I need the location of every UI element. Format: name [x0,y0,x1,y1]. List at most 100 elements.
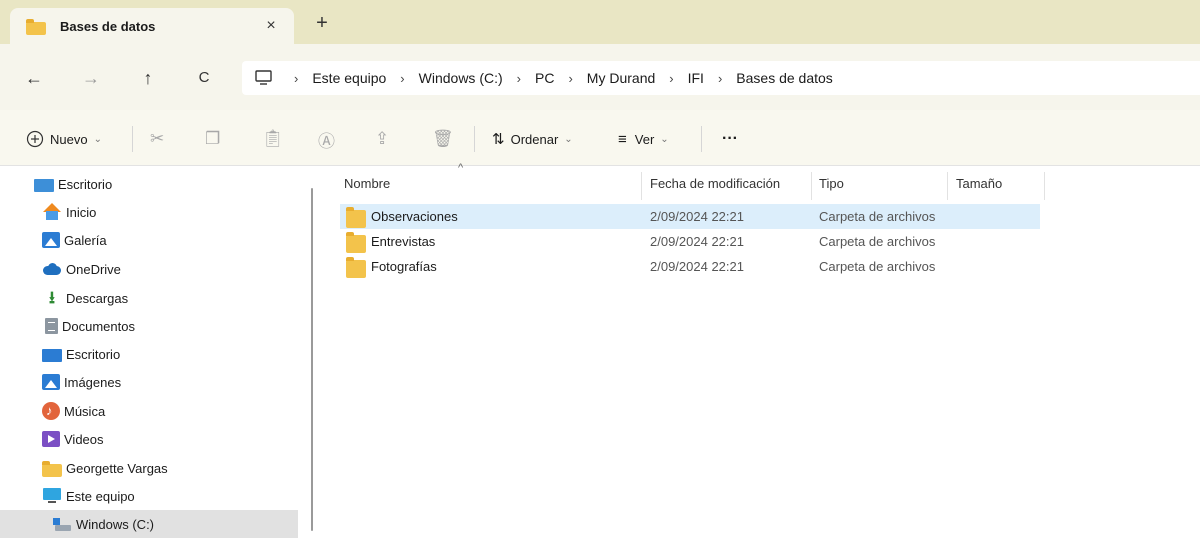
divider [701,126,702,152]
breadcrumb-separator: › [717,70,723,86]
sidebar-item-label: Documentos [62,318,135,334]
file-type: Carpeta de archivos [819,234,936,249]
sidebar-item-label: Windows (C:) [76,516,155,532]
file-row-fotografias[interactable]: Fotografías 2/09/2024 22:21 Carpeta de a… [340,254,1040,279]
forward-button[interactable]: → [77,66,105,90]
pictures-icon [42,374,60,390]
paste-icon[interactable]: 📋︎ [262,128,284,150]
sidebar-item-onedrive[interactable]: OneDrive [0,255,340,283]
desktop-icon [42,349,62,362]
folder-icon [42,460,62,477]
back-button[interactable]: ← [20,66,48,90]
navigation-pane: Escritorio Inicio Galería OneDrive ⭳ Des… [0,166,300,538]
address-bar[interactable]: › Este equipo › Windows (C:) › PC › My D… [242,61,1200,95]
plus-circle-icon [26,130,44,148]
monitor-icon [254,70,274,86]
sidebar-item-windows-c[interactable]: Windows (C:) [0,510,298,538]
file-name-cell: Observaciones [346,204,458,229]
column-header-date[interactable]: Fecha de modificación [644,166,810,200]
breadcrumb-my-durand[interactable]: My Durand [587,70,655,86]
sidebar-item-escritorio-2[interactable]: Escritorio [0,340,340,368]
breadcrumb-separator: › [516,70,521,86]
sidebar-item-georgette-vargas[interactable]: Georgette Vargas [0,454,340,482]
home-icon [42,203,62,221]
more-options-button[interactable]: ··· [722,128,738,150]
tab-strip: Bases de datos × + [0,0,1200,44]
gallery-icon [42,232,60,248]
delete-icon[interactable]: 🗑︎ [432,128,454,150]
sidebar-item-label: OneDrive [66,261,121,277]
folder-icon [26,18,46,35]
tab-close-button[interactable]: × [260,17,282,35]
tab-bases-de-datos[interactable]: Bases de datos × [10,8,294,44]
breadcrumb-windows-c[interactable]: Windows (C:) [419,70,503,86]
column-header-type[interactable]: Tipo [813,166,947,200]
document-icon [45,318,58,334]
video-icon [42,431,60,447]
sidebar-item-este-equipo[interactable]: Este equipo [0,482,340,510]
column-divider[interactable] [641,172,642,200]
divider [132,126,133,152]
sidebar-item-label: Descargas [66,290,129,306]
sidebar-item-descargas[interactable]: ⭳ Descargas [0,284,340,312]
sidebar-item-label: Galería [64,232,107,248]
pane-splitter[interactable] [311,188,313,531]
folder-icon [346,231,366,253]
sort-button[interactable]: ⇅ Ordenar ⌄ [492,128,573,150]
view-list-icon: ≡ [618,130,627,148]
tab-title: Bases de datos [60,18,156,34]
chevron-down-icon: ⌄ [564,133,573,145]
up-button[interactable]: ↑ [134,66,162,90]
view-button-label: Ver [634,131,655,147]
sidebar-item-documentos[interactable]: Documentos [0,312,340,340]
refresh-button[interactable]: C [190,66,218,90]
file-row-entrevistas[interactable]: Entrevistas 2/09/2024 22:21 Carpeta de a… [340,229,1040,254]
column-header-name[interactable]: Nombre [338,166,638,200]
desktop-icon [34,179,54,192]
new-tab-button[interactable]: + [308,10,336,38]
chevron-down-icon: ⌄ [660,133,669,145]
computer-icon [42,487,62,505]
folder-icon [346,256,366,278]
sidebar-item-escritorio[interactable]: Escritorio [0,170,332,198]
sidebar-item-videos[interactable]: Videos [0,425,340,453]
breadcrumb-bases-de-datos[interactable]: Bases de datos [736,70,833,86]
column-divider[interactable] [1044,172,1045,200]
sidebar-item-imagenes[interactable]: Imágenes [0,368,340,396]
file-date: 2/09/2024 22:21 [650,209,744,224]
column-header-size[interactable]: Tamaño [950,166,1044,200]
new-button[interactable]: Nuevo ⌄ [26,128,102,150]
sidebar-item-label: Escritorio [66,346,121,362]
sidebar-item-label: Videos [64,431,104,447]
folder-icon [346,206,366,228]
sidebar-item-label: Inicio [66,204,97,220]
navigation-bar: ← → ↑ C › Este equipo › Windows (C:) › P… [0,44,1200,110]
command-bar: Nuevo ⌄ ✂ ❐ 📋︎ Ⓐ ⇪ 🗑︎ ⇅ Ordenar ⌄ ≡ Ver … [0,110,1200,166]
sidebar-item-musica[interactable]: Música [0,397,340,425]
view-button[interactable]: ≡ Ver ⌄ [618,128,669,150]
breadcrumb-separator: › [400,70,405,86]
cut-icon[interactable]: ✂ [150,128,164,150]
rename-icon[interactable]: Ⓐ [318,128,335,151]
breadcrumb-pc[interactable]: PC [535,70,554,86]
share-icon[interactable]: ⇪ [375,128,389,150]
column-divider[interactable] [947,172,948,200]
breadcrumb-separator: › [294,70,299,86]
breadcrumb-ifi[interactable]: IFI [688,70,704,86]
file-date: 2/09/2024 22:21 [650,259,744,274]
file-type: Carpeta de archivos [819,209,936,224]
drive-icon [52,515,72,533]
breadcrumb-separator: › [568,70,573,86]
file-row-observaciones[interactable]: Observaciones 2/09/2024 22:21 Carpeta de… [340,204,1040,229]
file-name: Fotografías [371,259,437,274]
chevron-down-icon: ⌄ [93,133,102,145]
breadcrumb-este-equipo[interactable]: Este equipo [312,70,386,86]
breadcrumb-separator: › [669,70,674,86]
column-divider[interactable] [811,172,812,200]
sidebar-item-label: Imágenes [64,374,122,390]
file-name-cell: Entrevistas [346,229,435,254]
copy-icon[interactable]: ❐ [205,128,220,150]
divider [474,126,475,152]
sidebar-item-inicio[interactable]: Inicio [0,198,340,226]
sidebar-item-galeria[interactable]: Galería [0,226,340,254]
